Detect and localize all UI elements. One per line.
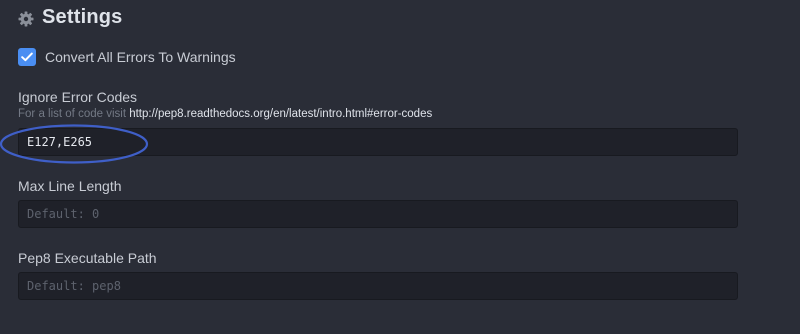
ignore-error-codes-input[interactable]: E127,E265 [18, 128, 738, 156]
description-text: For a list of code visit [18, 108, 130, 120]
pep8-path-input[interactable]: Default: pep8 [18, 272, 738, 300]
ignore-error-codes-value: E127,E265 [27, 135, 93, 149]
ignore-error-codes-label: Ignore Error Codes [18, 89, 138, 105]
convert-errors-checkbox[interactable] [18, 48, 36, 66]
ignore-error-codes-description: For a list of code visit http://pep8.rea… [18, 108, 432, 120]
error-codes-link[interactable]: http://pep8.readthedocs.org/en/latest/in… [129, 108, 432, 120]
settings-header: Settings [18, 4, 123, 30]
gear-icon [18, 11, 34, 27]
max-line-length-label: Max Line Length [18, 178, 122, 194]
convert-errors-setting[interactable]: Convert All Errors To Warnings [18, 48, 236, 66]
checkmark-icon [21, 52, 33, 62]
page-title: Settings [42, 5, 123, 28]
max-line-length-placeholder: Default: 0 [27, 207, 100, 221]
pep8-path-label: Pep8 Executable Path [18, 250, 157, 266]
convert-errors-label: Convert All Errors To Warnings [45, 49, 236, 65]
max-line-length-input[interactable]: Default: 0 [18, 200, 738, 228]
pep8-path-placeholder: Default: pep8 [27, 279, 121, 293]
